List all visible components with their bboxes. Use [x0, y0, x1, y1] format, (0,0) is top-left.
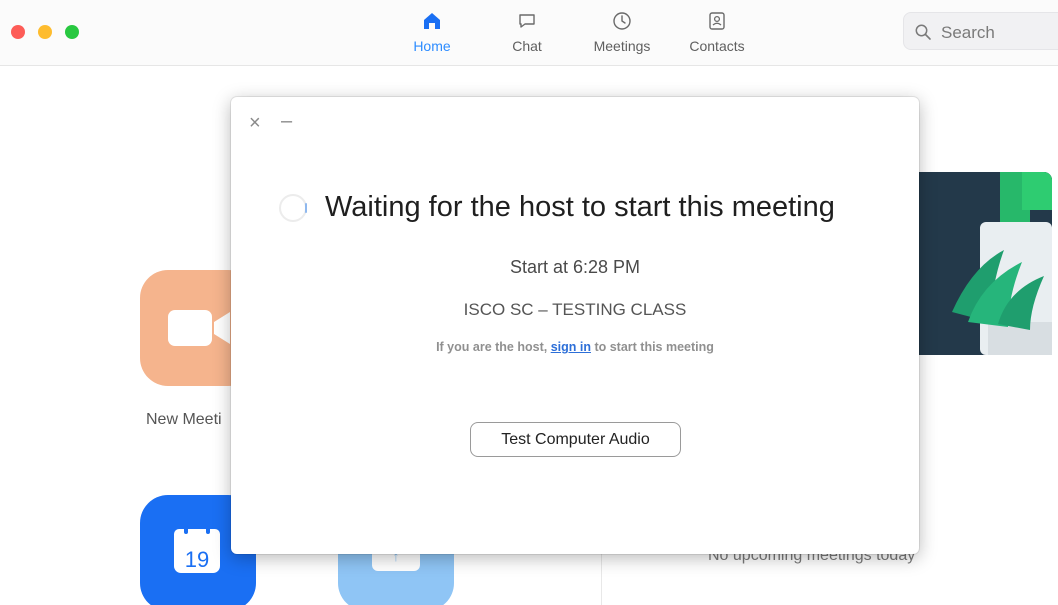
tab-home-label: Home [413, 38, 451, 54]
host-hint: If you are the host, sign in to start th… [231, 340, 919, 354]
search-placeholder: Search [941, 23, 995, 42]
title-bar: Home Chat Meetings Contacts Search [0, 0, 1058, 66]
loading-spinner-icon [279, 194, 307, 222]
search-input[interactable]: Search [903, 12, 1058, 50]
contacts-icon [709, 12, 725, 30]
minimize-icon[interactable]: – [281, 111, 292, 131]
waiting-room-dialog: × – Waiting for the host to start this m… [231, 97, 919, 554]
host-hint-suffix: to start this meeting [590, 340, 714, 354]
tab-contacts-label: Contacts [689, 38, 745, 54]
tab-chat[interactable]: Chat [487, 8, 567, 58]
meeting-topic: ISCO SC – TESTING CLASS [463, 300, 687, 319]
tab-contacts[interactable]: Contacts [677, 8, 757, 58]
sign-in-link[interactable]: sign in [551, 340, 591, 354]
start-time: Start at 6:28 PM [509, 257, 641, 277]
chat-icon [519, 14, 535, 28]
tab-home[interactable]: Home [392, 8, 472, 58]
search-icon [915, 24, 931, 40]
new-meeting-label: New Meeti [146, 411, 222, 428]
window-zoom-button[interactable] [65, 25, 79, 39]
tab-chat-label: Chat [512, 38, 542, 54]
plant-illustration [912, 172, 1052, 355]
calendar-day: 19 [185, 547, 209, 572]
banner-image [912, 172, 1052, 355]
tab-meetings-label: Meetings [593, 38, 651, 54]
clock-icon [613, 12, 631, 30]
tab-meetings[interactable]: Meetings [582, 8, 662, 58]
close-icon[interactable]: × [249, 113, 261, 133]
home-icon [424, 13, 440, 29]
test-computer-audio-button[interactable]: Test Computer Audio [470, 422, 681, 457]
window-minimize-button[interactable] [38, 25, 52, 39]
window-close-button[interactable] [11, 25, 25, 39]
host-hint-prefix: If you are the host, [436, 340, 551, 354]
waiting-title: Waiting for the host to start this meeti… [325, 191, 835, 223]
